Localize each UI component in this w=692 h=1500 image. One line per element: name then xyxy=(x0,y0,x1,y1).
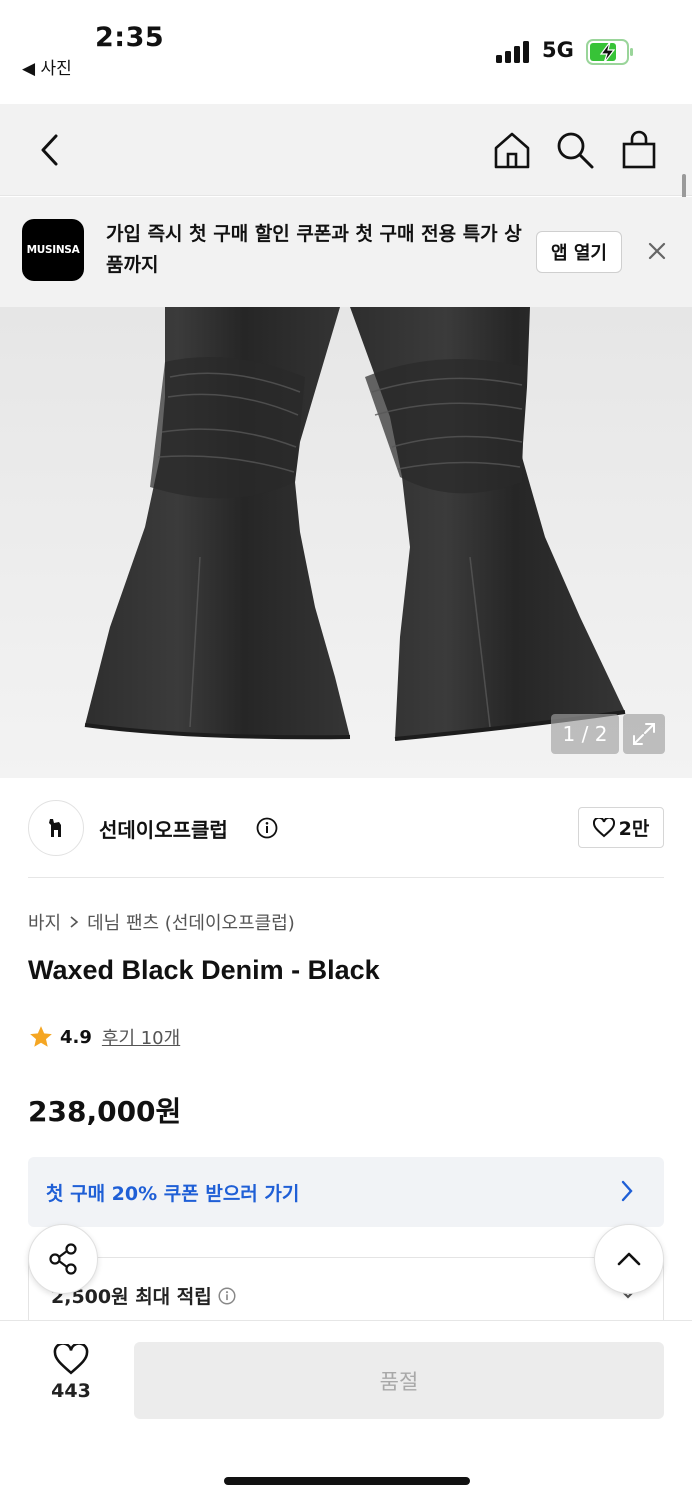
breadcrumb-category[interactable]: 바지 xyxy=(28,909,61,935)
banner-message: 가입 즉시 첫 구매 할인 쿠폰과 첫 구매 전용 특가 상품까지 xyxy=(106,223,522,276)
product-rating: 4.9 후기 10개 xyxy=(28,1024,180,1050)
soldout-button[interactable]: 품절 xyxy=(134,1342,664,1419)
breadcrumb: 바지 데님 팬츠 (선데이오프클럽) xyxy=(28,909,295,935)
share-button[interactable] xyxy=(28,1224,98,1294)
home-icon[interactable] xyxy=(490,128,534,172)
close-icon[interactable] xyxy=(640,234,674,272)
battery-charging-icon xyxy=(586,39,633,65)
reviews-link[interactable]: 후기 10개 xyxy=(102,1024,180,1050)
star-icon xyxy=(30,1026,52,1047)
top-nav-bar xyxy=(0,104,692,196)
dog-icon xyxy=(49,819,61,837)
coupon-text: 첫 구매 20% 쿠폰 받으러 가기 xyxy=(46,1183,300,1205)
product-title: Waxed Black Denim - Black xyxy=(28,955,380,985)
status-bar: 2:35 ◀ 사진 5G xyxy=(0,0,692,104)
divider xyxy=(28,877,664,878)
app-install-banner[interactable]: MUSINSA 가입 즉시 첫 구매 할인 쿠폰과 첫 구매 전용 특가 상품까… xyxy=(0,197,692,307)
shopping-bag-icon[interactable] xyxy=(617,128,661,172)
brand-name[interactable]: 선데이오프클럽 xyxy=(99,814,228,843)
breadcrumb-subcategory[interactable]: 데님 팬츠 (선데이오프클럽) xyxy=(87,909,295,935)
share-icon xyxy=(49,1243,77,1275)
scroll-to-top-button[interactable] xyxy=(594,1224,664,1294)
heart-icon xyxy=(53,1344,89,1375)
musinsa-logo: MUSINSA xyxy=(22,219,84,281)
info-icon[interactable] xyxy=(256,817,278,843)
chevron-right-icon xyxy=(70,916,79,928)
chevron-up-icon xyxy=(617,1252,641,1266)
brand-like-count: 2만 xyxy=(618,818,650,840)
expand-icon[interactable] xyxy=(623,714,665,754)
search-icon[interactable] xyxy=(553,128,597,172)
info-icon[interactable] xyxy=(218,1286,236,1305)
image-counter: 1 / 2 xyxy=(551,714,619,754)
wishlist-button[interactable]: 443 xyxy=(36,1344,106,1402)
coupon-banner[interactable]: 첫 구매 20% 쿠폰 받으러 가기 xyxy=(28,1157,664,1227)
rating-score: 4.9 xyxy=(60,1026,92,1048)
product-image-gallery[interactable] xyxy=(0,307,692,778)
signal-icon xyxy=(496,41,529,63)
open-app-button[interactable]: 앱 열기 xyxy=(536,231,622,273)
heart-icon xyxy=(592,817,615,837)
status-time: 2:35 xyxy=(95,22,165,53)
brand-logo-avatar[interactable] xyxy=(28,800,84,856)
network-label: 5G xyxy=(542,38,574,62)
wishlist-count: 443 xyxy=(51,1380,91,1402)
chevron-right-icon xyxy=(621,1180,633,1202)
back-to-app-link[interactable]: ◀ 사진 xyxy=(22,54,72,79)
home-indicator[interactable] xyxy=(224,1477,470,1485)
brand-like-button[interactable]: 2만 xyxy=(578,807,664,848)
back-chevron-icon[interactable] xyxy=(28,128,72,172)
product-price: 238,000원 xyxy=(28,1095,182,1128)
jeans-photo xyxy=(84,307,626,741)
